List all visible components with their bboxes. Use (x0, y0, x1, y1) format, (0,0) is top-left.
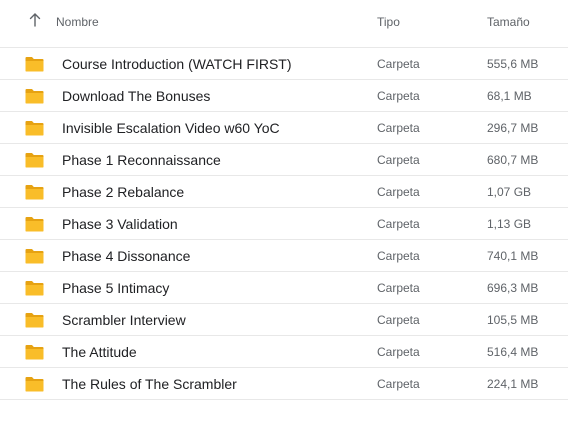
table-row[interactable]: Download The Bonuses Carpeta 68,1 MB (0, 80, 568, 112)
folder-icon (25, 185, 44, 200)
table-row[interactable]: The Rules of The Scrambler Carpeta 224,1 M… (0, 368, 568, 400)
folder-icon (25, 57, 44, 72)
folder-icon (25, 89, 44, 104)
file-type: Carpeta (377, 89, 420, 103)
file-name[interactable]: Phase 3 Validation (62, 215, 178, 233)
file-size: 555,6 MB (487, 57, 539, 71)
file-name[interactable]: Course Introduction (WATCH FIRST) (62, 55, 292, 73)
file-size: 680,7 MB (487, 153, 539, 167)
folder-icon (25, 377, 44, 392)
file-size: 296,7 MB (487, 121, 539, 135)
file-size: 1,13 GB (487, 217, 532, 231)
file-name[interactable]: Download The Bonuses (62, 87, 210, 105)
table-row[interactable]: Phase 1 Reconnaissance Carpeta 680,7 MB (0, 144, 568, 176)
folder-icon (25, 345, 44, 360)
folder-icon (25, 217, 44, 232)
file-size: 516,4 MB (487, 345, 539, 359)
column-header-size[interactable]: Tamaño (487, 14, 530, 30)
folder-icon (25, 313, 44, 328)
table-row[interactable]: Phase 2 Rebalance Carpeta 1,07 GB (0, 176, 568, 208)
column-header-name[interactable]: Nombre (56, 14, 99, 30)
folder-icon (25, 281, 44, 296)
table-row[interactable]: Phase 5 Intimacy Carpeta 696,3 MB (0, 272, 568, 304)
file-type: Carpeta (377, 281, 420, 295)
file-name[interactable]: Invisible Escalation Video w60 YoC (62, 119, 280, 137)
file-rows: Course Introduction (WATCH FIRST) Carpeta… (0, 48, 568, 400)
file-name[interactable]: Phase 5 Intimacy (62, 279, 169, 297)
table-row[interactable]: Invisible Escalation Video w60 YoC Carpet… (0, 112, 568, 144)
folder-icon (25, 121, 44, 136)
table-row[interactable]: Phase 4 Dissonance Carpeta 740,1 MB (0, 240, 568, 272)
table-row[interactable]: The Attitude Carpeta 516,4 MB (0, 336, 568, 368)
file-type: Carpeta (377, 217, 420, 231)
file-type: Carpeta (377, 185, 420, 199)
file-size: 68,1 MB (487, 89, 532, 103)
table-row[interactable]: Course Introduction (WATCH FIRST) Carpeta… (0, 48, 568, 80)
folder-icon (25, 153, 44, 168)
file-name[interactable]: Phase 2 Rebalance (62, 183, 184, 201)
table-row[interactable]: Phase 3 Validation Carpeta 1,13 GB (0, 208, 568, 240)
table-row[interactable]: Scrambler Interview Carpeta 105,5 MB (0, 304, 568, 336)
file-size: 1,07 GB (487, 185, 532, 199)
file-size: 105,5 MB (487, 313, 539, 327)
file-type: Carpeta (377, 153, 420, 167)
file-type: Carpeta (377, 57, 420, 71)
folder-icon (25, 249, 44, 264)
file-name[interactable]: The Rules of The Scrambler (62, 375, 237, 393)
file-name[interactable]: Phase 1 Reconnaissance (62, 151, 221, 169)
file-type: Carpeta (377, 345, 420, 359)
file-type: Carpeta (377, 313, 420, 327)
file-type: Carpeta (377, 121, 420, 135)
file-type: Carpeta (377, 377, 420, 391)
file-size: 696,3 MB (487, 281, 539, 295)
arrow-up-icon[interactable] (29, 13, 41, 27)
file-name[interactable]: Scrambler Interview (62, 311, 186, 329)
file-name[interactable]: The Attitude (62, 343, 137, 361)
file-size: 224,1 MB (487, 377, 539, 391)
file-type: Carpeta (377, 249, 420, 263)
file-list: Nombre Tipo Tamaño Course Introduction (… (0, 0, 568, 400)
column-header-type[interactable]: Tipo (377, 14, 400, 30)
file-list-header: Nombre Tipo Tamaño (0, 0, 568, 48)
file-name[interactable]: Phase 4 Dissonance (62, 247, 190, 265)
file-size: 740,1 MB (487, 249, 539, 263)
